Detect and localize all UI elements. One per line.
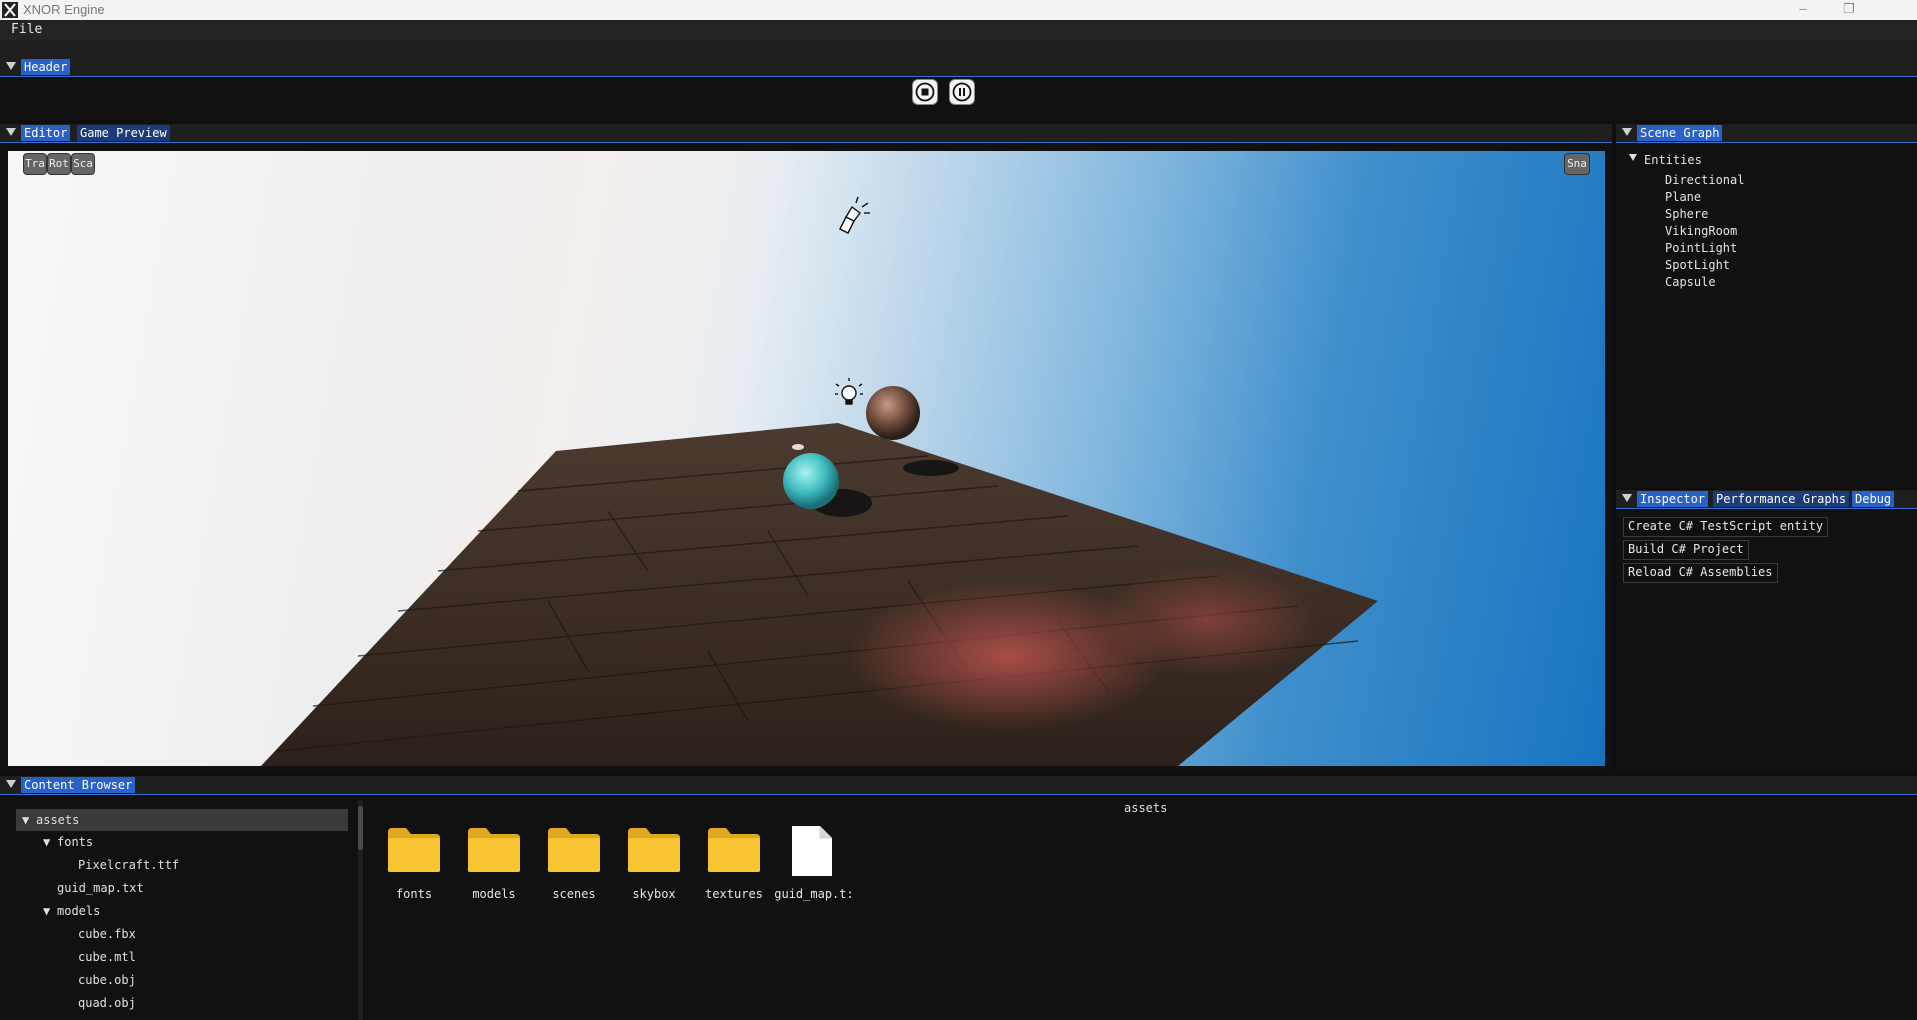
scene-graph-item-vikingroom[interactable]: VikingRoom — [1665, 223, 1737, 240]
pause-icon — [952, 82, 972, 102]
spot-light-gizmo-icon[interactable] — [839, 196, 870, 234]
tab-header[interactable]: Header — [21, 59, 71, 75]
tab-inspector[interactable]: Inspector — [1637, 491, 1709, 507]
collapse-triangle-icon[interactable] — [6, 62, 16, 70]
menu-bar: File — [0, 20, 1917, 40]
scene-graph-item-pointlight[interactable]: PointLight — [1665, 240, 1737, 257]
editor-tabbar: Editor Game Preview — [0, 124, 1612, 143]
folder-label-textures: textures — [705, 887, 763, 901]
inspector-tabbar: Inspector Performance Graphs Debug — [1616, 490, 1917, 509]
tree-item-fonts[interactable]: ▼ fonts — [16, 831, 348, 853]
scene-render — [261, 196, 1378, 766]
tree-scrollbar[interactable] — [358, 806, 363, 850]
window-title-bar: XNOR Engine – ❐ — [0, 0, 1917, 20]
build-csharp-project-button[interactable]: Build C# Project — [1623, 540, 1749, 560]
entities-node[interactable]: Entities — [1644, 152, 1702, 169]
tree-expanded-icon: ▼ — [22, 813, 30, 827]
tab-content-browser[interactable]: Content Browser — [21, 777, 136, 793]
reload-csharp-assemblies-button[interactable]: Reload C# Assemblies — [1623, 563, 1778, 583]
app-logo-icon — [2, 2, 18, 18]
tree-expanded-icon: ▼ — [43, 904, 51, 918]
scene-graph-item-plane[interactable]: Plane — [1665, 189, 1701, 206]
translate-tool-button[interactable]: Tra — [24, 154, 46, 174]
tab-performance-graphs[interactable]: Performance Graphs — [1713, 491, 1850, 507]
tree-item-cube-mtl[interactable]: cube.mtl — [16, 946, 348, 968]
collapse-triangle-icon[interactable] — [1622, 494, 1632, 502]
scale-tool-button[interactable]: Sca — [72, 154, 94, 174]
pause-button[interactable] — [950, 80, 974, 104]
scene-graph-panel — [1616, 143, 1917, 488]
scene-graph-tabbar: Scene Graph — [1616, 124, 1917, 143]
scene-graph-item-spotlight[interactable]: SpotLight — [1665, 257, 1730, 274]
folder-label-scenes: scenes — [552, 887, 596, 901]
folder-icon[interactable] — [546, 826, 602, 874]
scene-graph-item-capsule[interactable]: Capsule — [1665, 274, 1716, 291]
folder-icon[interactable] — [386, 826, 442, 874]
collapse-triangle-icon[interactable] — [1622, 128, 1632, 136]
collapse-triangle-icon[interactable] — [6, 128, 16, 136]
folder-icon[interactable] — [626, 826, 682, 874]
tab-game-preview[interactable]: Game Preview — [77, 125, 170, 141]
rotate-tool-button[interactable]: Rot — [48, 154, 70, 174]
point-light-gizmo-icon[interactable] — [835, 378, 863, 405]
collapse-triangle-icon[interactable] — [6, 780, 16, 788]
tree-item-cube-fbx[interactable]: cube.fbx — [16, 923, 348, 945]
snap-button[interactable]: Sna — [1565, 154, 1589, 174]
file-icon[interactable] — [790, 824, 834, 878]
current-folder-title: assets — [1124, 801, 1168, 815]
scene-graph-item-directional[interactable]: Directional — [1665, 172, 1744, 189]
folder-icon[interactable] — [466, 826, 522, 874]
folder-label-models: models — [472, 887, 516, 901]
tree-item-assets[interactable]: ▼ assets — [16, 809, 348, 831]
folder-label-fonts: fonts — [395, 887, 433, 901]
create-test-script-entity-button[interactable]: Create C# TestScript entity — [1623, 517, 1829, 537]
stop-button[interactable] — [913, 80, 937, 104]
restore-icon[interactable]: ❐ — [1826, 0, 1872, 20]
stop-icon — [915, 82, 935, 102]
content-browser-tabbar: Content Browser — [0, 776, 1917, 795]
tree-item-quad-obj[interactable]: quad.obj — [16, 992, 348, 1014]
header-tabbar: Header — [0, 58, 1917, 77]
tree-item-cube-obj[interactable]: cube.obj — [16, 969, 348, 991]
tree-expanded-icon: ▼ — [43, 835, 51, 849]
entities-expand-icon[interactable] — [1629, 154, 1637, 161]
tab-debug[interactable]: Debug — [1852, 491, 1895, 507]
tab-scene-graph[interactable]: Scene Graph — [1637, 125, 1723, 141]
tab-editor[interactable]: Editor — [21, 125, 71, 141]
file-menu[interactable]: File — [11, 22, 42, 37]
tree-item-models[interactable]: ▼ models — [16, 900, 348, 922]
folder-icon[interactable] — [706, 826, 762, 874]
window-title: XNOR Engine — [23, 2, 105, 17]
tree-item-guid-map[interactable]: guid_map.txt — [16, 877, 348, 899]
minimize-icon[interactable]: – — [1780, 0, 1826, 20]
tree-item-pixelcraft[interactable]: Pixelcraft.ttf — [16, 854, 348, 876]
scene-viewport[interactable]: Tra Rot Sca Sna — [8, 151, 1605, 766]
file-label-guid-map: guid_map.t: — [774, 887, 854, 901]
folder-label-skybox: skybox — [632, 887, 676, 901]
scene-graph-item-sphere[interactable]: Sphere — [1665, 206, 1708, 223]
menu-spacer — [0, 40, 1917, 58]
